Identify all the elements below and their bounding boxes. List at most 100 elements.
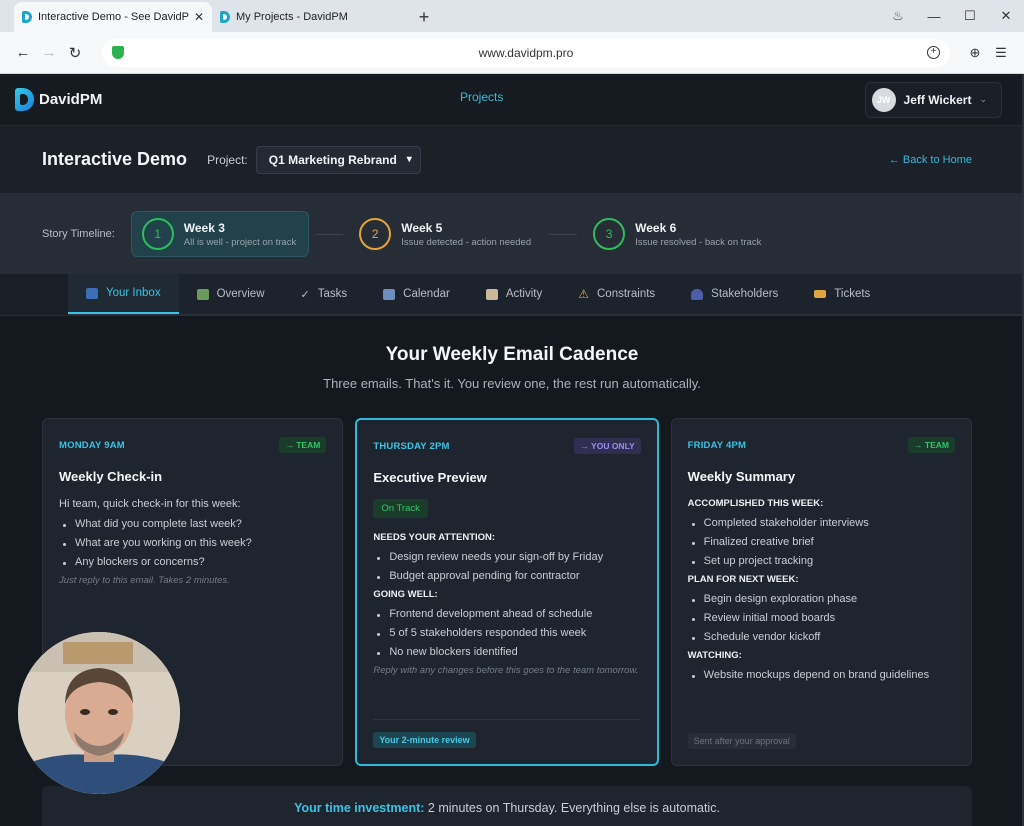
step-number: 3 xyxy=(593,218,626,250)
going-well-list: Frontend development ahead of schedule 5… xyxy=(373,608,640,658)
project-select-value: Q1 Marketing Rebrand xyxy=(268,152,397,167)
tab-title: My Projects - DavidPM xyxy=(236,11,348,23)
list-item: Begin design exploration phase xyxy=(688,593,955,605)
timeline-connector xyxy=(315,233,344,235)
email-time: FRIDAY 4PM xyxy=(687,439,747,451)
tab-overview[interactable]: Overview xyxy=(179,274,283,314)
timeline-label: Story Timeline: xyxy=(42,228,115,240)
chart-icon xyxy=(196,288,209,300)
app-header: DavidPM Projects JW Jeff Wickert ⌄ xyxy=(0,74,1024,126)
step-title: Week 6 xyxy=(635,220,677,235)
flame-icon[interactable]: ♨ xyxy=(880,8,916,24)
close-tab-icon[interactable]: ✕ xyxy=(194,10,204,24)
step-subtitle: Issue resolved - back on track xyxy=(635,236,762,248)
list-item: Schedule vendor kickoff xyxy=(688,631,955,643)
new-tab-button[interactable]: + xyxy=(410,2,438,32)
tab-label: Tasks xyxy=(317,288,348,300)
back-to-home-link[interactable]: ← Back to Home xyxy=(889,154,972,166)
email-title: Weekly Check-in xyxy=(59,469,163,484)
accomplished-heading: ACCOMPLISHED THIS WEEK: xyxy=(687,498,824,509)
list-item: Design review needs your sign-off by Fri… xyxy=(373,551,640,563)
email-title: Executive Preview xyxy=(373,470,487,485)
project-select[interactable]: Q1 Marketing Rebrand ▾ xyxy=(255,145,421,174)
status-badge: On Track xyxy=(373,499,428,518)
project-label: Project: xyxy=(207,152,248,167)
list-item: 5 of 5 stakeholders responded this week xyxy=(373,627,640,639)
user-name: Jeff Wickert xyxy=(903,92,972,107)
chevron-down-icon: ▾ xyxy=(406,154,412,165)
tab-stakeholders[interactable]: Stakeholders xyxy=(673,274,796,314)
step-title: Week 3 xyxy=(183,220,225,235)
nav-projects-link[interactable]: Projects xyxy=(460,90,503,104)
tab-activity[interactable]: Activity xyxy=(468,274,560,314)
timeline-step-week6[interactable]: 3 Week 6 Issue resolved - back on track xyxy=(583,211,773,257)
timeline-step-week5[interactable]: 2 Week 5 Issue detected - action needed xyxy=(349,211,543,257)
minimize-button[interactable]: — xyxy=(916,9,952,24)
email-intro: Hi team, quick check-in for this week: xyxy=(59,498,241,510)
email-title: Weekly Summary xyxy=(687,469,796,484)
brand-name: DavidPM xyxy=(39,91,103,108)
ticket-icon xyxy=(814,290,827,298)
investment-label: Your time investment: xyxy=(294,801,425,815)
page-title: Interactive Demo xyxy=(42,149,188,169)
presenter-video-image xyxy=(18,632,180,794)
audience-badge: → TEAM xyxy=(279,437,327,453)
step-subtitle: All is well - project on track xyxy=(183,236,297,248)
brand-logo[interactable]: DavidPM xyxy=(15,88,102,111)
tab-label: Activity xyxy=(505,288,543,300)
plan-list: Begin design exploration phase Review in… xyxy=(688,593,955,643)
email-time: MONDAY 9AM xyxy=(59,439,125,451)
browser-tab-active[interactable]: Interactive Demo - See DavidP ✕ xyxy=(14,2,212,32)
watching-list: Website mockups depend on brand guidelin… xyxy=(688,669,955,681)
list-item: Set up project tracking xyxy=(688,555,955,567)
plan-heading: PLAN FOR NEXT WEEK: xyxy=(687,574,799,585)
tab-your-inbox[interactable]: Your Inbox xyxy=(68,274,179,314)
back-arrow-icon[interactable]: ← xyxy=(10,44,36,61)
email-card-thursday[interactable]: THURSDAY 2PM → YOU ONLY Executive Previe… xyxy=(355,418,659,766)
davidpm-favicon-icon xyxy=(220,11,230,23)
user-menu[interactable]: JW Jeff Wickert ⌄ xyxy=(864,81,1002,118)
email-note: Just reply to this email. Takes 2 minute… xyxy=(59,575,230,586)
review-badge: Your 2-minute review xyxy=(373,732,476,748)
tab-tickets[interactable]: Tickets xyxy=(796,274,888,314)
tab-label: Tickets xyxy=(834,288,871,300)
globe-icon[interactable]: ⊕ xyxy=(962,45,988,61)
warning-icon: ⚠ xyxy=(578,287,589,301)
maximize-button[interactable]: ☐ xyxy=(952,8,988,24)
tab-label: Overview xyxy=(216,288,265,300)
list-item: Completed stakeholder interviews xyxy=(688,517,955,529)
list-item: Website mockups depend on brand guidelin… xyxy=(688,669,955,681)
inbox-icon xyxy=(86,287,98,299)
url-field[interactable]: www.davidpm.pro + xyxy=(102,38,950,67)
logo-icon xyxy=(15,88,34,111)
tab-constraints[interactable]: ⚠ Constraints xyxy=(560,274,673,314)
list-item: Budget approval pending for contractor xyxy=(373,570,640,582)
tab-tasks[interactable]: ✓ Tasks xyxy=(283,274,366,314)
check-icon: ✓ xyxy=(300,288,310,301)
timeline-step-week3[interactable]: 1 Week 3 All is well - project on track xyxy=(130,211,310,257)
email-time: THURSDAY 2PM xyxy=(373,440,450,452)
browser-tab[interactable]: My Projects - DavidPM xyxy=(212,2,410,32)
tab-calendar[interactable]: Calendar xyxy=(365,274,468,314)
people-icon xyxy=(691,288,704,300)
tab-label: Stakeholders xyxy=(711,288,779,300)
section-subheading: Three emails. That's it. You review one,… xyxy=(323,376,701,391)
menu-icon[interactable]: ☰ xyxy=(988,45,1014,61)
watching-heading: WATCHING: xyxy=(687,650,742,661)
forward-arrow-icon[interactable]: → xyxy=(36,44,62,61)
url-text: www.davidpm.pro xyxy=(478,45,574,60)
story-timeline: Story Timeline: 1 Week 3 All is well - p… xyxy=(0,194,1024,274)
email-card-friday[interactable]: FRIDAY 4PM → TEAM Weekly Summary ACCOMPL… xyxy=(670,418,972,766)
list-item: Finalized creative brief xyxy=(688,536,955,548)
close-window-button[interactable]: ✕ xyxy=(988,8,1024,24)
demo-tabs: Your Inbox Overview ✓ Tasks Calendar Acti… xyxy=(0,274,1024,316)
list-item: Review initial mood boards xyxy=(688,612,955,624)
going-well-heading: GOING WELL: xyxy=(373,589,438,600)
chevron-down-icon: ⌄ xyxy=(979,94,987,104)
step-title: Week 5 xyxy=(401,220,443,235)
email-questions: What did you complete last week? What ar… xyxy=(59,518,326,568)
calendar-icon xyxy=(383,288,396,300)
browser-tabbar: Interactive Demo - See DavidP ✕ My Proje… xyxy=(0,0,1024,32)
approval-badge: Sent after your approval xyxy=(687,733,796,749)
reload-icon[interactable]: ↻ xyxy=(62,44,88,62)
